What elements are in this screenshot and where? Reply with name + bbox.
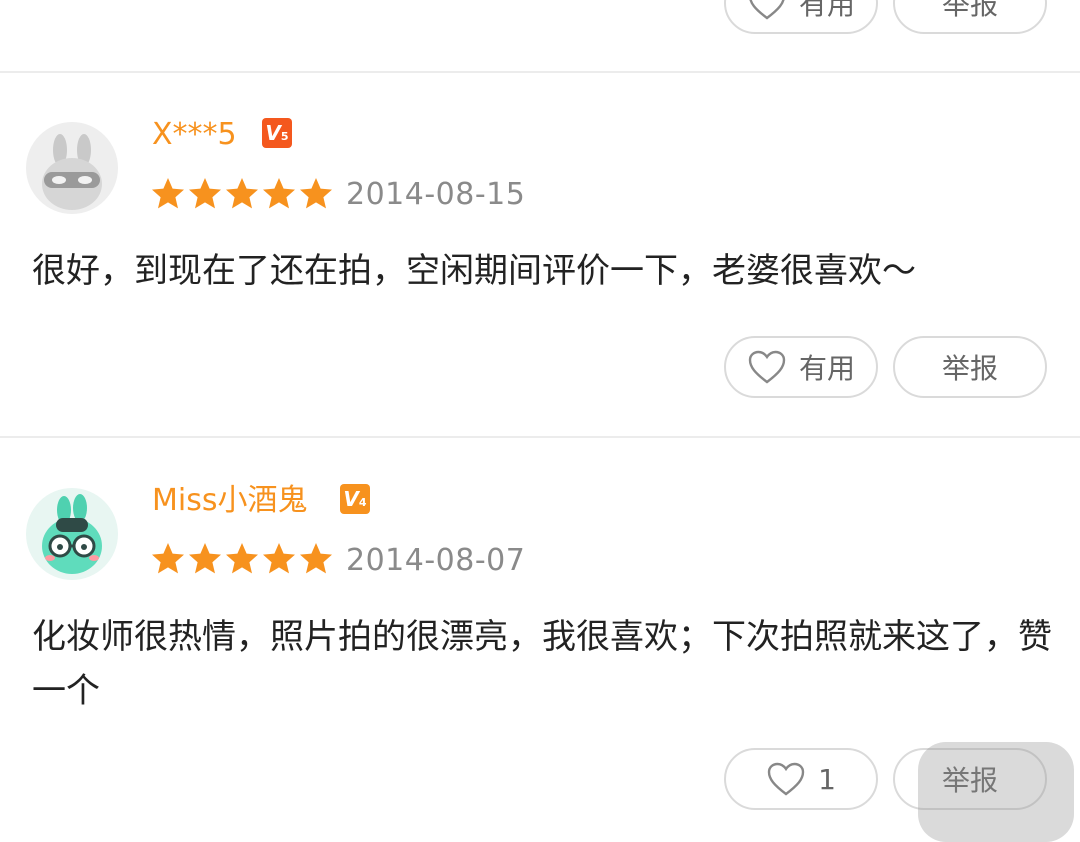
touch-highlight [918,742,1074,842]
useful-count: 1 [818,762,836,796]
review-content: 很好，到现在了还在拍，空闲期间评价一下，老婆很喜欢～ [32,251,916,291]
star-icon [263,178,295,209]
star-icon [226,178,258,209]
default-avatar-icon [26,122,118,214]
avatar[interactable] [26,488,118,580]
review-date: 2014-08-15 [346,177,526,212]
useful-button[interactable]: 有用 [724,336,878,398]
bunny-avatar-icon [26,488,118,580]
report-button[interactable]: 举报 [893,336,1047,398]
star-icon [189,543,221,574]
vip-badge: V4 [340,484,370,514]
heart-icon [767,762,805,796]
star-icon [189,178,221,209]
star-icon [226,543,258,574]
report-label: 举报 [941,352,998,385]
star-icon [263,543,295,574]
star-icon [300,178,332,209]
useful-label: 有用 [798,352,855,385]
vip-badge: V5 [262,118,292,148]
star-icon [152,543,184,574]
review-date: 2014-08-07 [346,543,526,578]
useful-button-previous[interactable]: 有用 [724,0,878,34]
star-icon [152,178,184,209]
avatar[interactable] [26,122,118,214]
useful-button[interactable]: 1 [724,748,878,810]
review-content: 化妆师很热情，照片拍的很漂亮，我很喜欢；下次拍照就来这了，赞一个 [32,617,1052,711]
star-rating [150,176,334,212]
divider [0,436,1080,438]
useful-label: 有用 [798,0,855,21]
heart-icon [748,350,786,384]
divider [0,71,1080,73]
username[interactable]: Miss小酒鬼 [152,486,307,516]
star-icon [300,543,332,574]
star-rating [150,541,334,577]
report-button-previous[interactable]: 举报 [893,0,1047,34]
report-label: 举报 [941,0,998,21]
username[interactable]: X***5 [152,120,237,150]
heart-icon [749,0,785,20]
